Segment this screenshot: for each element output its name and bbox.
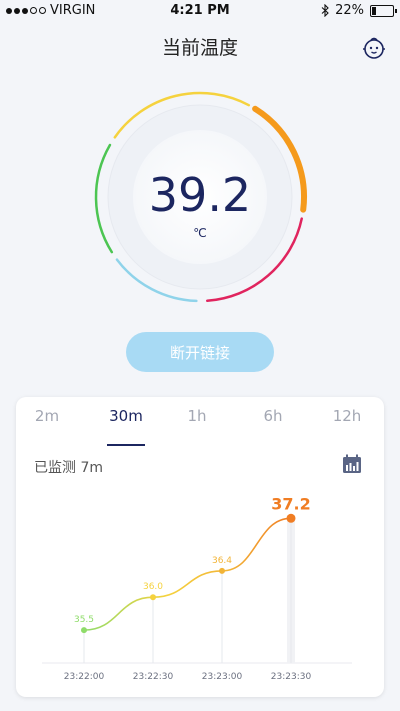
data-label: 37.2 [271,494,310,513]
data-point [286,513,296,523]
x-tick-label: 23:22:00 [64,672,105,682]
x-tick-label: 23:23:30 [271,672,312,682]
data-label: 35.5 [74,615,94,625]
data-point [81,627,87,634]
temperature-line-chart: 35.5 36.0 36.4 37.2 23:22:00 23:22:30 23:23:00… [42,494,352,682]
x-tick-label: 23:23:00 [202,672,243,682]
data-label: 36.0 [143,582,163,592]
disconnect-button[interactable]: 断开链接 [126,332,274,372]
data-point [219,567,225,574]
data-point [150,594,156,601]
temperature-unit: ℃ [193,226,207,240]
temperature-series-line [83,517,292,631]
temperature-gauge [94,91,307,303]
x-tick-label: 23:22:30 [133,672,174,682]
data-label: 36.4 [212,556,232,566]
temperature-reading: 39.2 [148,168,252,222]
history-card: 2m 30m 1h 6h 12h 已监测 7m 35.5 36.0 36.4 37.2… [16,397,384,697]
